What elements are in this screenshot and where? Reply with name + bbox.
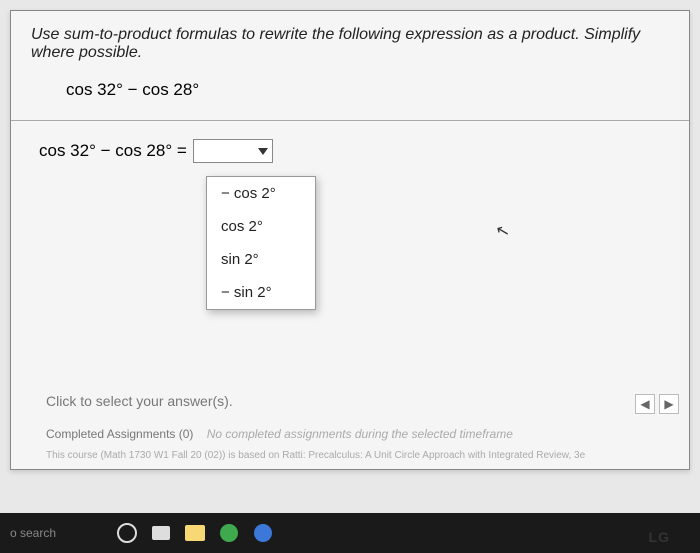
- completed-subtext: No completed assignments during the sele…: [207, 427, 513, 441]
- explorer-icon[interactable]: [182, 520, 208, 546]
- taskbar-search-text[interactable]: o search: [10, 526, 56, 540]
- next-button[interactable]: ▶: [659, 394, 679, 414]
- completed-assignments-row: Completed Assignments (0) No completed a…: [46, 427, 513, 441]
- prev-button[interactable]: ◀: [635, 394, 655, 414]
- answer-dropdown: − cos 2° cos 2° sin 2° − sin 2°: [206, 176, 316, 310]
- chevron-down-icon: [258, 148, 268, 155]
- answer-row: cos 32° − cos 28° =: [39, 139, 669, 163]
- answer-select[interactable]: [193, 139, 273, 163]
- instruction-text: Use sum-to-product formulas to rewrite t…: [31, 26, 669, 62]
- app-icon-green[interactable]: [216, 520, 242, 546]
- completed-label[interactable]: Completed Assignments (0): [46, 427, 193, 441]
- taskbar: o search: [0, 513, 700, 553]
- answer-hint: Click to select your answer(s).: [46, 393, 233, 409]
- cortana-icon[interactable]: [114, 520, 140, 546]
- question-panel: Use sum-to-product formulas to rewrite t…: [10, 10, 690, 470]
- cursor-icon: ↖: [493, 220, 511, 243]
- dropdown-option[interactable]: − sin 2°: [207, 276, 315, 309]
- dropdown-option[interactable]: cos 2°: [207, 210, 315, 243]
- nav-arrows: ◀ ▶: [635, 394, 679, 414]
- expression-display: cos 32° − cos 28°: [66, 80, 669, 100]
- dropdown-option[interactable]: − cos 2°: [207, 177, 315, 210]
- app-icon-blue[interactable]: [250, 520, 276, 546]
- dropdown-option[interactable]: sin 2°: [207, 243, 315, 276]
- divider: [11, 120, 689, 121]
- equation-lhs: cos 32° − cos 28° =: [39, 141, 187, 161]
- course-info: This course (Math 1730 W1 Fall 20 (02)) …: [46, 450, 585, 461]
- taskview-icon[interactable]: [148, 520, 174, 546]
